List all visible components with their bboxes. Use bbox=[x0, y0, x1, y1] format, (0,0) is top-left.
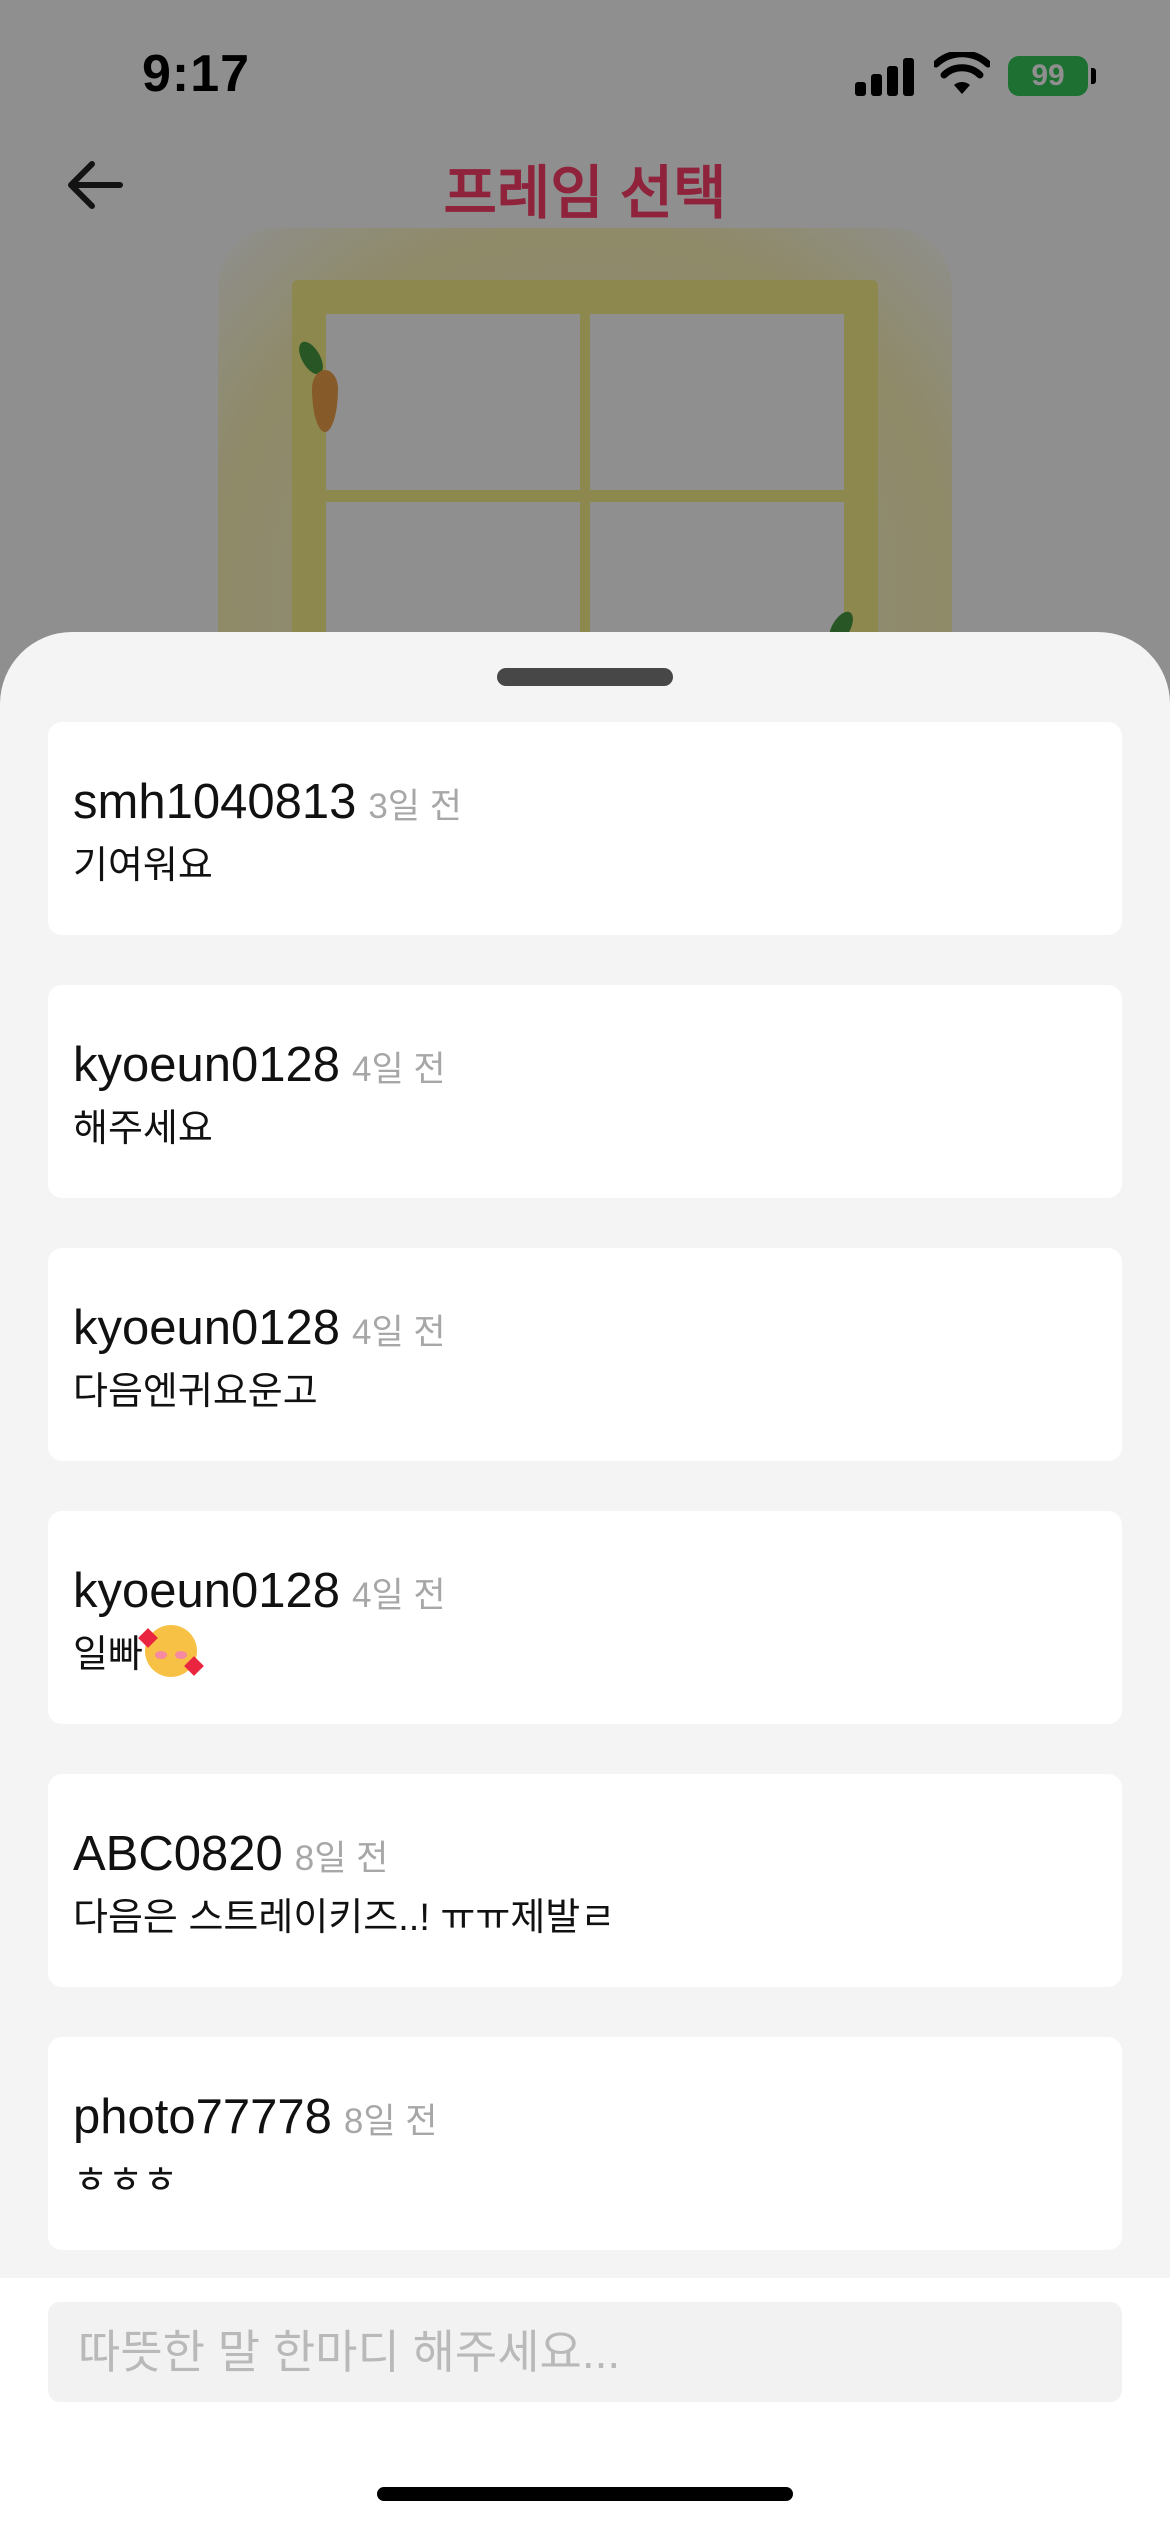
comment-username[interactable]: kyoeun0128 bbox=[73, 1301, 340, 1355]
comment-item: kyoeun0128 4일 전 해주세요 bbox=[48, 985, 1122, 1198]
comment-list: smh1040813 3일 전 기여워요 kyoeun0128 4일 전 해주세요 … bbox=[48, 722, 1122, 2300]
comment-username[interactable]: kyoeun0128 bbox=[73, 1564, 340, 1618]
comment-username[interactable]: kyoeun0128 bbox=[73, 1038, 340, 1092]
comment-item: kyoeun0128 4일 전 다음엔귀요운고 bbox=[48, 1248, 1122, 1461]
comment-time: 4일 전 bbox=[352, 1050, 446, 1089]
comment-text: 해주세요 bbox=[73, 1108, 213, 1150]
home-indicator[interactable] bbox=[377, 2487, 793, 2501]
comment-text: 기여워요 bbox=[73, 845, 213, 887]
comments-sheet: smh1040813 3일 전 기여워요 kyoeun0128 4일 전 해주세요 … bbox=[0, 632, 1170, 2532]
comment-text: 다음은 스트레이키즈..! ㅠㅠ제발ㄹ bbox=[73, 1897, 616, 1939]
smiling-face-with-hearts-icon bbox=[138, 1625, 204, 1677]
comment-time: 4일 전 bbox=[352, 1576, 446, 1615]
comment-text: ㅎㅎㅎ bbox=[73, 2160, 178, 2202]
comment-time: 8일 전 bbox=[343, 2102, 438, 2141]
comment-username[interactable]: ABC0820 bbox=[73, 1827, 283, 1881]
comment-username[interactable]: smh1040813 bbox=[73, 775, 356, 829]
comment-item: photo77778 8일 전 ㅎㅎㅎ bbox=[48, 2037, 1122, 2250]
sheet-drag-handle[interactable] bbox=[497, 668, 673, 686]
comment-username[interactable]: photo77778 bbox=[73, 2090, 332, 2144]
comment-item: kyoeun0128 4일 전 일빠 bbox=[48, 1511, 1122, 1724]
comment-text-row: 일빠 bbox=[73, 1623, 204, 1678]
comment-text: 일빠 bbox=[73, 1634, 143, 1676]
comment-time: 4일 전 bbox=[352, 1313, 446, 1352]
comment-time: 3일 전 bbox=[368, 787, 462, 826]
comment-input[interactable] bbox=[48, 2302, 1122, 2402]
comment-item: ABC0820 8일 전 다음은 스트레이키즈..! ㅠㅠ제발ㄹ bbox=[48, 1774, 1122, 1987]
comment-time: 8일 전 bbox=[294, 1839, 389, 1878]
comment-text: 다음엔귀요운고 bbox=[73, 1371, 318, 1413]
comment-item: smh1040813 3일 전 기여워요 bbox=[48, 722, 1122, 935]
